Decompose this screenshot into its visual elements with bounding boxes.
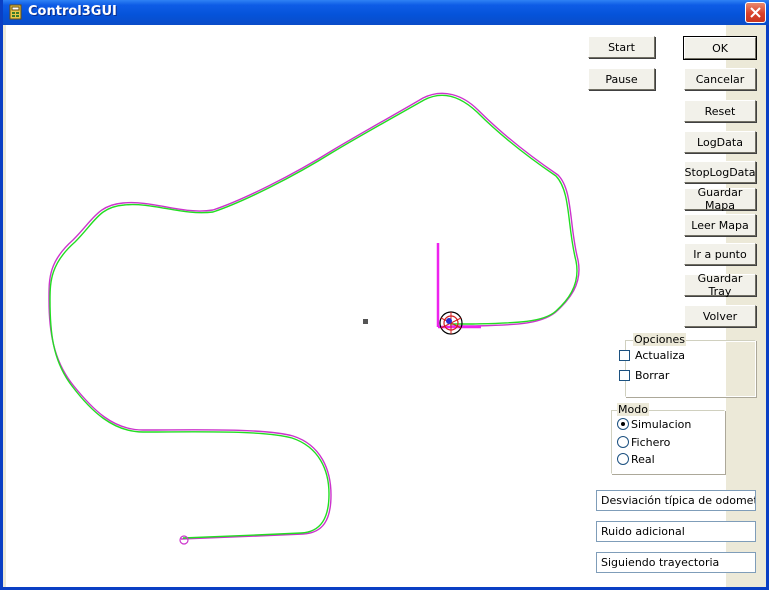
ruido-field[interactable]: Ruido adicional (596, 521, 756, 542)
leer-mapa-button[interactable]: Leer Mapa (684, 214, 756, 236)
path-start-marker (179, 535, 189, 545)
fichero-radio[interactable] (617, 436, 629, 448)
desviacion-field[interactable]: Desviación típica de odometría (596, 490, 756, 511)
app-icon (9, 4, 22, 20)
simulacion-label: Simulacion (631, 418, 692, 431)
cancelar-button[interactable]: Cancelar (684, 68, 756, 90)
volver-button[interactable]: Volver (684, 305, 756, 327)
real-radio[interactable] (617, 453, 629, 465)
borrar-label: Borrar (635, 369, 670, 382)
stoplogdata-button[interactable]: StopLogData (684, 161, 756, 183)
modo-group-title: Modo (617, 403, 649, 416)
actualiza-label: Actualiza (635, 349, 686, 362)
fichero-label: Fichero (631, 436, 671, 449)
window-title: Control3GUI (28, 4, 117, 19)
guardar-mapa-button[interactable]: Guardar Mapa (684, 186, 756, 212)
real-label: Real (631, 453, 655, 466)
simulacion-radio[interactable] (617, 418, 629, 430)
title-bar[interactable]: Control3GUI (3, 0, 769, 25)
close-button[interactable] (745, 2, 766, 23)
logdata-button[interactable]: LogData (684, 131, 756, 153)
ok-button[interactable]: OK (683, 36, 757, 60)
main-window: Control3GUI Start Pause OK Cancelar Rese… (0, 0, 769, 590)
origin-marker (363, 319, 368, 324)
close-icon (750, 7, 761, 18)
opciones-group-title: Opciones (633, 333, 686, 346)
reset-button[interactable]: Reset (684, 100, 756, 122)
guardar-tray-button[interactable]: Guardar Tray (684, 272, 756, 298)
pause-button[interactable]: Pause (588, 68, 655, 90)
actualiza-checkbox[interactable] (619, 350, 630, 361)
start-button[interactable]: Start (588, 36, 655, 58)
status-field: Siguiendo trayectoria (596, 552, 756, 573)
odometry-path (48, 92, 580, 540)
borrar-checkbox[interactable] (619, 370, 630, 381)
robot-marker (439, 311, 463, 335)
ir-a-punto-button[interactable]: Ir a punto (684, 243, 756, 265)
